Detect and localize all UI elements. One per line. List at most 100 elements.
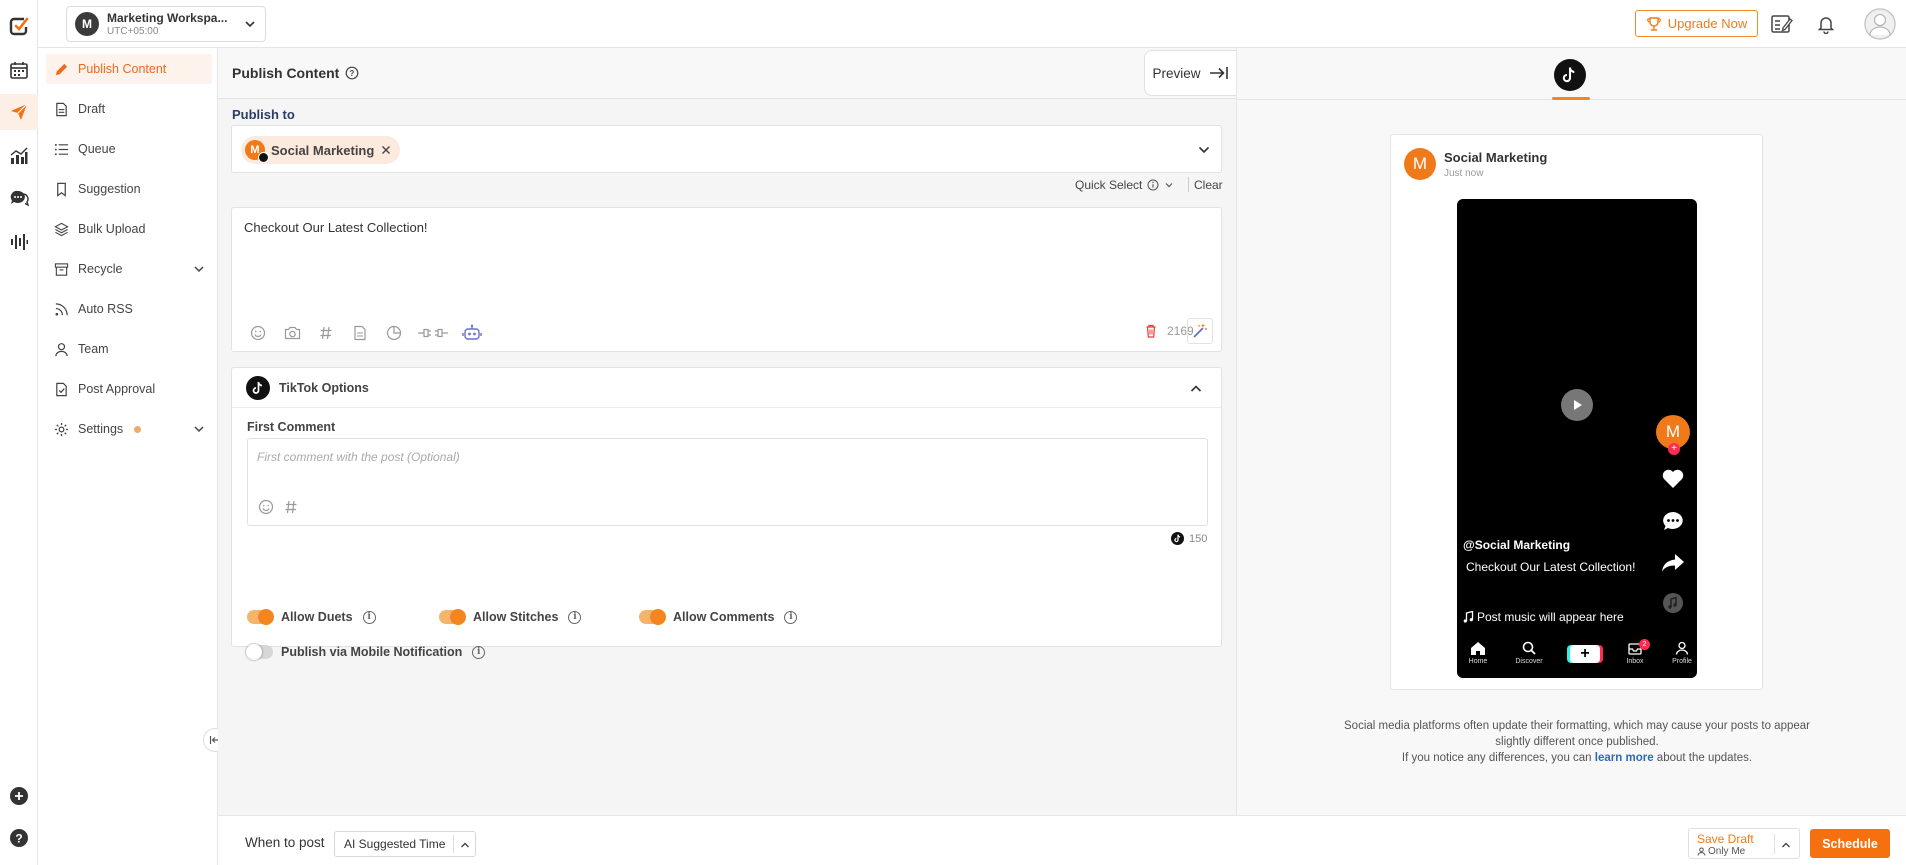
gear-icon bbox=[54, 422, 69, 436]
rail-help[interactable]: ? bbox=[0, 820, 38, 856]
sidebar-item-team[interactable]: Team bbox=[46, 334, 212, 364]
workspace-avatar: M bbox=[75, 12, 99, 36]
emoji-icon[interactable] bbox=[258, 499, 274, 515]
sidebar-item-label: Recycle bbox=[78, 262, 123, 276]
chevron-up-icon[interactable] bbox=[1780, 839, 1792, 851]
pencil-icon bbox=[55, 63, 68, 75]
rail-add[interactable] bbox=[0, 778, 38, 814]
create-icon: + bbox=[1570, 645, 1600, 663]
allow-comments-label: Allow Comments bbox=[673, 610, 775, 624]
schedule-button[interactable] bbox=[382, 323, 406, 343]
sidebar-item-post-approval[interactable]: Post Approval bbox=[46, 374, 212, 404]
preview-music-text: Post music will appear here bbox=[1477, 610, 1624, 624]
nav-home: Home bbox=[1460, 641, 1496, 665]
page-title: Publish Content ? bbox=[232, 65, 359, 81]
info-icon[interactable]: i bbox=[472, 645, 486, 659]
file-icon bbox=[56, 102, 67, 116]
help-icon: ? bbox=[10, 829, 28, 847]
help-circle-icon[interactable]: ? bbox=[345, 66, 359, 80]
sidebar-item-recycle[interactable]: Recycle bbox=[46, 254, 212, 284]
account-chip[interactable]: M Social Marketing bbox=[241, 136, 401, 164]
clear-button[interactable]: Clear bbox=[1194, 178, 1223, 192]
sidebar-item-label: Post Approval bbox=[78, 382, 156, 396]
close-icon[interactable] bbox=[380, 144, 392, 156]
sidebar-item-suggestion[interactable]: Suggestion bbox=[46, 174, 212, 204]
workspace-switcher[interactable]: M Marketing Workspa... UTC+05:00 bbox=[66, 6, 266, 42]
rss-icon bbox=[55, 302, 68, 315]
hashtag-icon[interactable] bbox=[284, 499, 298, 515]
post-text[interactable]: Checkout Our Latest Collection! bbox=[244, 220, 428, 235]
sidebar-item-label: Team bbox=[78, 342, 109, 356]
info-icon bbox=[1147, 179, 1159, 191]
first-comment-input[interactable]: First comment with the post (Optional) bbox=[247, 438, 1208, 526]
sidebar-item-queue[interactable]: Queue bbox=[46, 134, 212, 164]
follow-plus-icon: + bbox=[1668, 443, 1680, 455]
media-button[interactable] bbox=[280, 323, 304, 343]
search-icon bbox=[1522, 641, 1536, 655]
sidebar-item-label: Queue bbox=[78, 142, 116, 156]
link-shortener-button[interactable] bbox=[416, 323, 450, 343]
quick-select-dropdown[interactable]: Quick Select bbox=[1075, 178, 1174, 192]
disclaimer-line-2a: If you notice any differences, you can bbox=[1401, 752, 1592, 764]
when-to-post-select[interactable]: AI Suggested Time bbox=[334, 831, 476, 857]
preview-toggle[interactable]: Preview bbox=[1144, 50, 1236, 96]
hashtag-button[interactable] bbox=[314, 323, 338, 343]
sidebar-item-settings[interactable]: Settings bbox=[46, 414, 212, 444]
first-comment-counter: 150 bbox=[1171, 532, 1207, 545]
sidebar-item-publish-content[interactable]: Publish Content bbox=[46, 54, 212, 84]
allow-duets-row: Allow Duets i bbox=[247, 609, 376, 625]
send-icon bbox=[11, 103, 28, 120]
sidebar-item-auto-rss[interactable]: Auto RSS bbox=[46, 294, 212, 324]
chevron-up-icon[interactable] bbox=[1189, 382, 1203, 396]
trophy-icon bbox=[1646, 16, 1661, 31]
allow-stitches-row: Allow Stitches i bbox=[439, 609, 582, 625]
rail-listening[interactable] bbox=[0, 224, 38, 260]
account-selector[interactable]: M Social Marketing bbox=[231, 125, 1222, 173]
magic-wand-button[interactable] bbox=[1187, 318, 1213, 344]
magic-wand-icon bbox=[1193, 324, 1207, 338]
notifications-button[interactable] bbox=[1814, 12, 1838, 36]
nav-profile: Profile bbox=[1664, 641, 1697, 665]
sidebar-item-draft[interactable]: Draft bbox=[46, 94, 212, 124]
app-logo[interactable] bbox=[0, 8, 38, 44]
rail-engage[interactable] bbox=[0, 180, 38, 216]
active-tab-indicator bbox=[1552, 97, 1590, 100]
document-button[interactable] bbox=[348, 323, 372, 343]
upgrade-button[interactable]: Upgrade Now bbox=[1635, 10, 1758, 37]
emoji-button[interactable] bbox=[246, 323, 270, 343]
tiktok-tab[interactable] bbox=[1554, 59, 1586, 91]
sidebar-item-bulk-upload[interactable]: Bulk Upload bbox=[46, 214, 212, 244]
info-icon[interactable]: i bbox=[784, 610, 798, 624]
rail-publish[interactable] bbox=[0, 94, 38, 130]
tiktok-options-panel: TikTok Options First Comment First comme… bbox=[231, 367, 1222, 660]
tiktok-phone-preview: M + @Social Marketing Checkout Our Lates… bbox=[1457, 199, 1697, 678]
allow-duets-toggle[interactable] bbox=[247, 609, 274, 625]
allow-comments-row: Allow Comments i bbox=[639, 609, 798, 625]
nav-discover: Discover bbox=[1511, 641, 1547, 665]
chevron-down-icon[interactable] bbox=[1197, 143, 1211, 157]
info-icon[interactable]: i bbox=[362, 610, 376, 624]
allow-comments-toggle[interactable] bbox=[639, 609, 666, 625]
ai-assistant-button[interactable] bbox=[460, 323, 484, 343]
allow-stitches-toggle[interactable] bbox=[439, 609, 466, 625]
plug-link-icon bbox=[418, 328, 448, 338]
trash-icon[interactable] bbox=[1145, 324, 1157, 338]
learn-more-link[interactable]: learn more bbox=[1595, 752, 1654, 764]
post-editor[interactable]: Checkout Our Latest Collection! 2169 bbox=[231, 207, 1222, 352]
save-draft-visibility: Only Me bbox=[1697, 846, 1745, 857]
tiktok-options-header[interactable]: TikTok Options bbox=[232, 368, 1221, 408]
notes-button[interactable] bbox=[1770, 12, 1794, 36]
approval-icon bbox=[56, 382, 67, 396]
info-icon[interactable]: i bbox=[568, 610, 582, 624]
quick-select-label: Quick Select bbox=[1075, 178, 1143, 192]
profile-avatar[interactable] bbox=[1864, 8, 1896, 40]
rail-analytics[interactable] bbox=[0, 138, 38, 174]
rail-calendar[interactable] bbox=[0, 52, 38, 88]
preview-account-name: Social Marketing bbox=[1444, 150, 1548, 165]
workspace-name: Marketing Workspa... bbox=[107, 11, 228, 25]
plus-circle-icon bbox=[10, 787, 28, 805]
save-draft-button[interactable]: Save Draft Only Me bbox=[1688, 828, 1800, 859]
chevron-down-icon bbox=[245, 21, 255, 28]
schedule-button[interactable]: Schedule bbox=[1810, 829, 1890, 858]
mobile-notification-toggle[interactable] bbox=[246, 644, 273, 660]
